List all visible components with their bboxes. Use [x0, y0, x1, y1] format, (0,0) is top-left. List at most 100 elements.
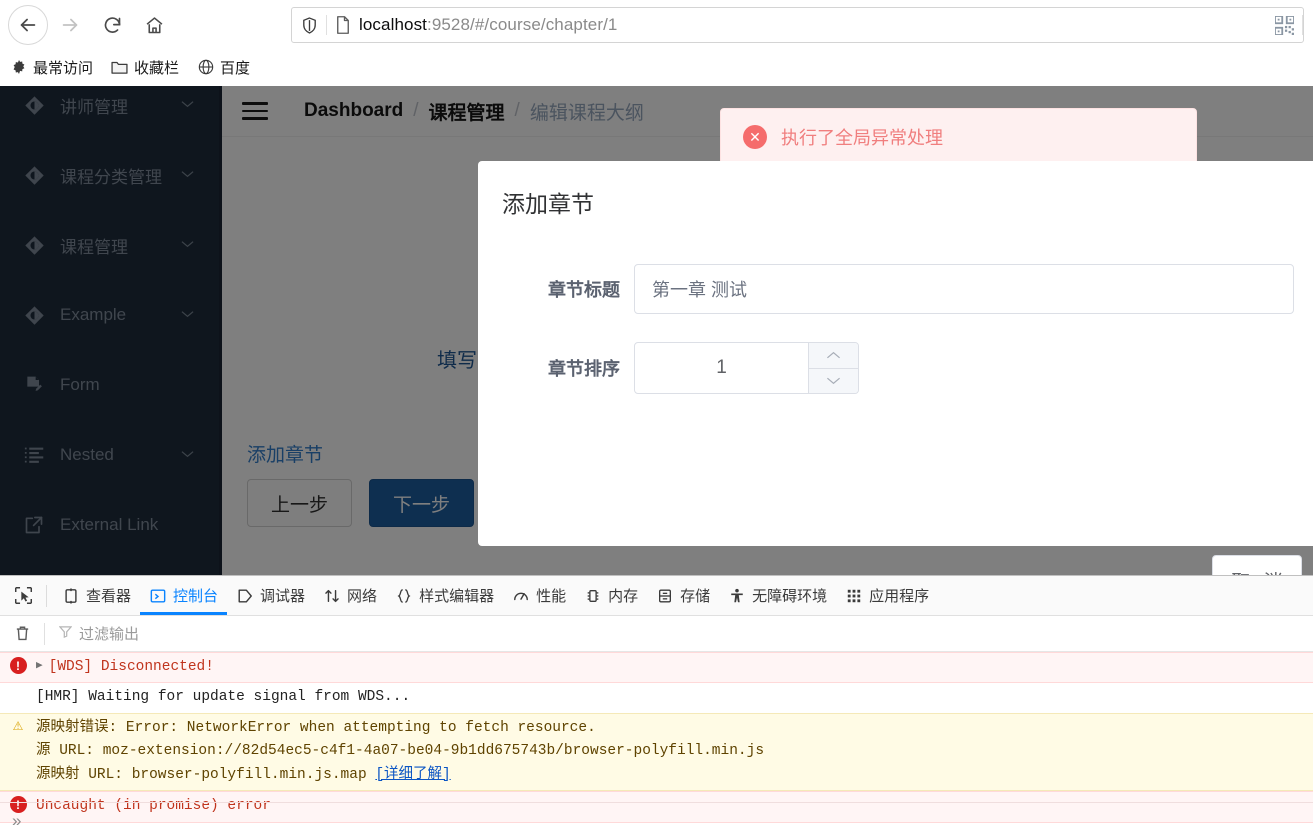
devtools-toolbar: 查看器 控制台 调试器 网络 样式编辑器 性能 内存 存储 无障碍环境 应用程序 [0, 576, 1313, 616]
toolbar-divider [46, 584, 47, 607]
url-text[interactable]: localhost:9528/#/course/chapter/1 [359, 15, 1266, 35]
bookmark-baidu[interactable]: 百度 [197, 57, 250, 78]
bookmark-favorites[interactable]: 收藏栏 [111, 57, 179, 78]
folder-icon [111, 59, 128, 76]
accessibility-icon [728, 587, 746, 605]
add-chapter-dialog: 添加章节 章节标题 第一章 测试 章节排序 1 取 消 [478, 161, 1313, 575]
console-log-row[interactable]: ⚠ 源映射错误: Error: NetworkError when attemp… [0, 712, 1313, 792]
prompt-chevron-icon: » [12, 810, 22, 830]
chevron-down-icon[interactable] [809, 368, 858, 393]
tab-label: 控制台 [173, 588, 219, 605]
element-picker-icon[interactable] [6, 586, 40, 605]
debugger-icon [236, 587, 254, 605]
tab-label: 调试器 [260, 588, 306, 605]
chapter-sort-value[interactable]: 1 [635, 343, 808, 393]
tab-inspector[interactable]: 查看器 [53, 576, 140, 615]
urlbar-right-icons [1266, 8, 1303, 42]
log-line: 源映射 URL: browser-polyfill.min.js.map [36, 766, 376, 783]
browser-nav-buttons [0, 0, 174, 50]
chapter-sort-label: 章节排序 [548, 359, 620, 379]
storage-icon [656, 587, 674, 605]
dialog-title: 添加章节 [502, 191, 594, 217]
error-toast[interactable]: ✕ 执行了全局异常处理 [720, 108, 1197, 166]
toast-message: 执行了全局异常处理 [781, 128, 943, 148]
tab-label: 性能 [536, 588, 567, 605]
devtools-panel: 查看器 控制台 调试器 网络 样式编辑器 性能 内存 存储 无障碍环境 应用程序… [0, 575, 1313, 838]
console-log-row[interactable]: ! ▶ [WDS] Disconnected! [0, 652, 1313, 684]
chevron-up-icon[interactable] [809, 343, 858, 369]
warning-icon: ⚠ [12, 716, 24, 736]
performance-icon [512, 587, 530, 605]
console-filter-bar: 过滤输出 [0, 616, 1313, 652]
log-line: 源 URL: moz-extension://82d54ec5-c4f1-4a0… [36, 743, 765, 760]
tab-label: 网络 [347, 588, 378, 605]
log-line: [HMR] Waiting for update signal from WDS… [36, 689, 411, 706]
learn-more-link[interactable]: [详细了解] [375, 767, 450, 783]
log-message: [HMR] Waiting for update signal from WDS… [36, 686, 1313, 709]
back-button[interactable] [8, 5, 48, 45]
filter-icon [58, 625, 73, 642]
chapter-title-input[interactable]: 第一章 测试 [634, 264, 1294, 314]
globe-icon [197, 59, 214, 76]
network-icon [323, 587, 341, 605]
url-rest: :9528/#/course/chapter/1 [427, 15, 618, 34]
inspector-icon [62, 587, 80, 605]
qr-code-icon[interactable] [1266, 15, 1302, 35]
form-row-chapter-sort: 章节排序 1 [502, 342, 859, 394]
urlbar-right-divider [1302, 15, 1303, 35]
log-level-icon [0, 686, 36, 687]
stepper-buttons [808, 343, 858, 393]
tab-debugger[interactable]: 调试器 [227, 576, 314, 615]
log-level-icon: ! [0, 656, 36, 674]
tab-network[interactable]: 网络 [314, 576, 386, 615]
error-circle-icon: ✕ [743, 125, 767, 149]
expand-arrow-icon[interactable]: ▶ [36, 656, 43, 672]
error-icon: ! [9, 657, 27, 674]
home-button[interactable] [134, 5, 174, 45]
page-icon [327, 15, 359, 35]
filter-input[interactable]: 过滤输出 [53, 623, 139, 644]
bookmark-label: 收藏栏 [134, 59, 180, 77]
log-level-icon: ⚠ [0, 717, 36, 735]
tab-console[interactable]: 控制台 [140, 576, 227, 615]
tab-style-editor[interactable]: 样式编辑器 [386, 576, 503, 615]
cancel-button[interactable]: 取 消 [1212, 555, 1302, 575]
bookmarks-bar: 最常访问 收藏栏 百度 [0, 50, 1313, 84]
url-host: localhost [359, 15, 427, 34]
tab-performance[interactable]: 性能 [503, 576, 575, 615]
bookmark-most-visited[interactable]: 最常访问 [10, 57, 93, 78]
forward-button[interactable] [50, 5, 90, 45]
tab-storage[interactable]: 存储 [647, 576, 719, 615]
tab-memory[interactable]: 内存 [575, 576, 647, 615]
reload-button[interactable] [92, 5, 132, 45]
bookmark-label: 最常访问 [33, 59, 94, 77]
tab-label: 无障碍环境 [752, 588, 828, 605]
console-icon [149, 587, 167, 605]
filter-placeholder: 过滤输出 [79, 626, 140, 643]
log-line: [WDS] Disconnected! [48, 659, 214, 675]
tab-label: 样式编辑器 [419, 588, 495, 605]
form-row-chapter-title: 章节标题 第一章 测试 [502, 264, 1294, 314]
chapter-sort-stepper[interactable]: 1 [634, 342, 859, 394]
gear-icon [10, 59, 27, 76]
address-bar[interactable]: localhost:9528/#/course/chapter/1 [291, 7, 1304, 43]
shield-icon[interactable] [292, 16, 326, 35]
trash-icon[interactable] [8, 625, 36, 642]
tab-accessibility[interactable]: 无障碍环境 [719, 576, 836, 615]
page-viewport: 讲师管理 课程分类管理 课程管理 [0, 86, 1313, 575]
log-line: 源映射错误: Error: NetworkError when attempti… [36, 719, 596, 736]
tab-label: 内存 [608, 588, 639, 605]
console-log-row[interactable]: [HMR] Waiting for update signal from WDS… [0, 683, 1313, 713]
tab-label: 应用程序 [869, 588, 930, 605]
console-input-prompt[interactable]: » [0, 802, 1313, 838]
tab-label: 查看器 [86, 588, 132, 605]
log-message: 源映射错误: Error: NetworkError when attempti… [36, 717, 1313, 787]
tab-label: 存储 [680, 588, 711, 605]
log-message: [WDS] Disconnected! [49, 656, 1313, 679]
style-editor-icon [395, 587, 413, 605]
browser-chrome: localhost:9528/#/course/chapter/1 [0, 0, 1313, 50]
application-icon [845, 587, 863, 605]
console-output: ! ▶ [WDS] Disconnected! [HMR] Waiting fo… [0, 652, 1313, 838]
memory-icon [584, 587, 602, 605]
tab-application[interactable]: 应用程序 [836, 576, 938, 615]
